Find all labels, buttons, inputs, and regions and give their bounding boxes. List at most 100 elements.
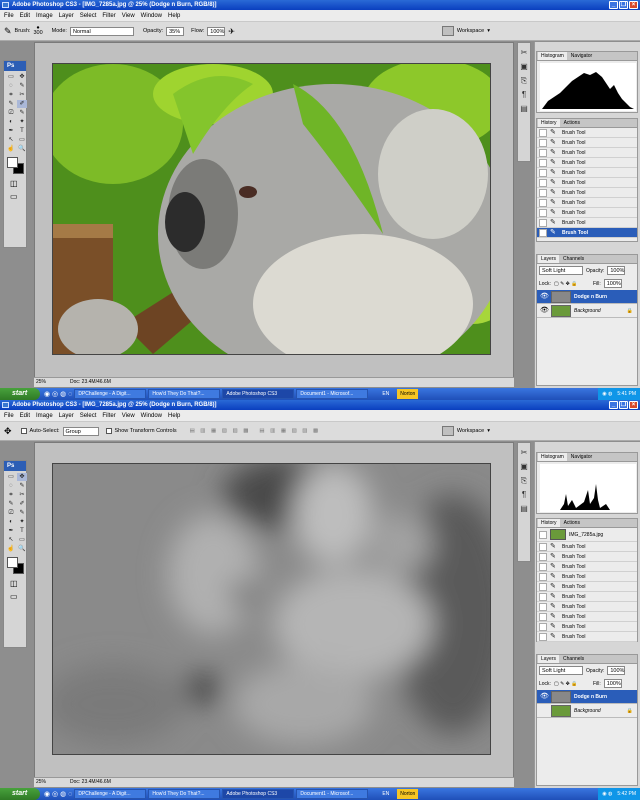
path-select-icon[interactable]: ↖ — [6, 136, 16, 144]
layer-row-dodge-burn[interactable]: 👁 Dodge n Burn — [537, 690, 637, 704]
workspace-menu[interactable]: Workspace — [457, 28, 484, 34]
tray-icons[interactable]: ◉ ◍ — [602, 788, 612, 800]
history-item[interactable]: ✎ Brush Tool — [537, 632, 637, 642]
menu-select[interactable]: Select — [80, 13, 97, 19]
history-item[interactable]: ✎ Brush Tool — [537, 552, 637, 562]
layer-opacity-field[interactable]: 100% — [607, 666, 626, 675]
lock-icons[interactable]: ▢ ✎ ✥ 🔒 — [554, 281, 590, 287]
slice-tool-icon[interactable]: ✂ — [17, 491, 27, 499]
palette-well-icon[interactable] — [441, 26, 454, 36]
start-button[interactable]: start — [0, 788, 40, 800]
taskbar-dpchallenge[interactable]: DPChallenge - A Digit... — [74, 789, 147, 799]
quick-mask-icon[interactable]: ◫ — [4, 577, 26, 590]
menu-layer[interactable]: Layer — [59, 13, 74, 19]
screen-mode-icon[interactable]: ▭ — [4, 190, 26, 203]
foreground-color-swatch[interactable] — [7, 557, 18, 568]
taskbar-dpchallenge[interactable]: DPChallenge - A Digit... — [74, 389, 147, 399]
blend-mode-select[interactable]: Soft Light — [539, 266, 583, 275]
history-item[interactable]: ✎ Brush Tool — [537, 218, 637, 228]
eye-hidden-slot[interactable] — [540, 707, 548, 715]
menu-help[interactable]: Help — [168, 413, 180, 419]
start-button[interactable]: start — [0, 388, 40, 400]
palette-well-icon[interactable] — [441, 426, 454, 436]
taskbar-howd-they[interactable]: How'd They Do That?... — [148, 789, 221, 799]
crop-tool-icon[interactable]: ⌗ — [6, 491, 16, 499]
layer-row-dodge-burn[interactable]: 👁 Dodge n Burn — [537, 290, 637, 304]
menu-window[interactable]: Window — [141, 413, 162, 419]
blend-mode-select[interactable]: Soft Light — [539, 666, 583, 675]
eye-icon[interactable]: 👁 — [540, 307, 549, 315]
auto-select-mode[interactable]: Group — [62, 426, 99, 436]
tab-actions[interactable]: Actions — [561, 119, 583, 127]
type-tool-icon[interactable]: T — [17, 127, 27, 135]
lock-icons[interactable]: ▢ ✎ ✥ 🔒 — [554, 681, 590, 687]
distribute-icons[interactable]: ▤ ▥ ▦ ▧ ▨ ▩ — [259, 428, 320, 434]
zoom-tool-icon[interactable]: 🔍 — [17, 145, 27, 153]
move-tool-icon[interactable]: ✥ — [17, 473, 27, 481]
tab-history[interactable]: History — [538, 119, 560, 127]
eraser-tool-icon[interactable]: ◐ — [6, 518, 16, 526]
brushes-icon[interactable]: ▣ — [520, 63, 528, 71]
menu-window[interactable]: Window — [141, 13, 162, 19]
menu-help[interactable]: Help — [168, 13, 180, 19]
tab-navigator[interactable]: Navigator — [568, 52, 595, 60]
snapshot-brush-source[interactable] — [539, 530, 547, 539]
hand-tool-icon[interactable]: ☝ — [6, 545, 16, 553]
quick-mask-icon[interactable]: ◫ — [4, 177, 26, 190]
history-item[interactable]: ✎ Brush Tool — [537, 198, 637, 208]
workspace-menu[interactable]: Workspace — [457, 428, 484, 434]
close-button[interactable]: × — [629, 1, 638, 9]
tool-presets-icon[interactable]: ✂ — [521, 449, 528, 457]
history-item[interactable]: ✎ Brush Tool — [537, 572, 637, 582]
opacity-field[interactable]: 35% — [166, 26, 185, 36]
history-item[interactable]: ✎ Brush Tool — [537, 188, 637, 198]
pen-tool-icon[interactable]: ✒ — [6, 527, 16, 535]
magic-wand-tool-icon[interactable]: ✎ — [17, 482, 27, 490]
tab-history[interactable]: History — [538, 519, 560, 527]
history-snapshot[interactable]: IMG_7285a.jpg — [537, 528, 637, 542]
history-brush-icon[interactable]: ✎ — [17, 509, 27, 517]
gradient-tool-icon[interactable]: ✦ — [17, 118, 27, 126]
brush-tool-icon[interactable]: ✐ — [17, 500, 27, 508]
tab-channels[interactable]: Channels — [560, 655, 587, 663]
color-swatches[interactable] — [4, 155, 26, 177]
clone-stamp-icon[interactable]: ⎚ — [6, 509, 16, 517]
flow-field[interactable]: 100% — [207, 26, 226, 36]
eraser-tool-icon[interactable]: ◐ — [6, 118, 16, 126]
tab-layers[interactable]: Layers — [538, 255, 560, 263]
clone-source-icon[interactable]: ⎘ — [521, 77, 527, 85]
brushes-icon[interactable]: ▣ — [520, 463, 528, 471]
layer-row-background[interactable]: Background 🔒 — [537, 704, 637, 718]
eye-icon[interactable]: 👁 — [540, 293, 549, 301]
zoom-level[interactable]: 25% — [36, 378, 46, 387]
quick-launch-icons[interactable]: ◉ ◎ ◍ ◌ — [44, 790, 72, 798]
lasso-tool-icon[interactable]: ◌ — [6, 82, 16, 90]
quick-launch-icons[interactable]: ◉ ◎ ◍ ◌ — [44, 390, 72, 398]
info-icon[interactable]: ▤ — [520, 105, 528, 113]
history-item[interactable]: ✎ Brush Tool — [537, 128, 637, 138]
menu-file[interactable]: File — [4, 413, 14, 419]
menu-layer[interactable]: Layer — [59, 413, 74, 419]
menu-edit[interactable]: Edit — [20, 13, 30, 19]
paragraph-icon[interactable]: ¶ — [522, 491, 526, 499]
menu-view[interactable]: View — [122, 413, 135, 419]
history-item[interactable]: ✎ Brush Tool — [537, 138, 637, 148]
taskbar-photoshop[interactable]: Adobe Photoshop CS3 — [222, 389, 295, 399]
zoom-tool-icon[interactable]: 🔍 — [17, 545, 27, 553]
history-item[interactable]: ✎ Brush Tool — [537, 602, 637, 612]
fill-field[interactable]: 100% — [603, 279, 622, 288]
doc-size[interactable]: Doc: 23.4M/46.6M — [70, 378, 111, 387]
restore-button[interactable]: ❐ — [619, 401, 628, 409]
align-icons[interactable]: ▤ ▥ ▦ ▧ ▨ ▩ — [190, 428, 251, 434]
tab-channels[interactable]: Channels — [560, 255, 587, 263]
history-item[interactable]: ✎ Brush Tool — [537, 208, 637, 218]
menu-edit[interactable]: Edit — [20, 413, 30, 419]
history-item[interactable]: ✎ Brush Tool — [537, 148, 637, 158]
lasso-tool-icon[interactable]: ◌ — [6, 482, 16, 490]
eye-icon[interactable]: 👁 — [540, 693, 549, 701]
shape-tool-icon[interactable]: ▭ — [17, 136, 27, 144]
gradient-tool-icon[interactable]: ✦ — [17, 518, 27, 526]
tab-histogram[interactable]: Histogram — [538, 52, 567, 60]
brush-tool-icon[interactable]: ✐ — [17, 100, 27, 108]
taskbar-howd-they[interactable]: How'd They Do That?... — [148, 389, 221, 399]
